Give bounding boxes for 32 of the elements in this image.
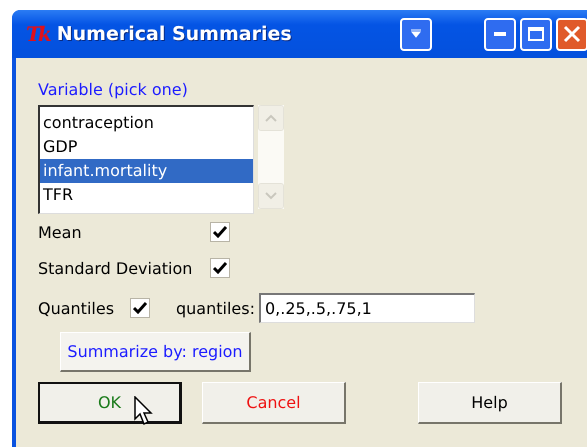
checkbox[interactable] bbox=[130, 298, 150, 318]
menu-button[interactable] bbox=[400, 18, 432, 50]
summarize-button[interactable]: Summarize by: region bbox=[60, 332, 251, 372]
option-label: Mean bbox=[38, 222, 83, 242]
close-icon bbox=[562, 25, 581, 43]
list-item[interactable]: contraception bbox=[40, 111, 253, 135]
maximize-button[interactable] bbox=[520, 18, 552, 50]
minimize-button[interactable] bbox=[484, 18, 516, 50]
cursor-icon bbox=[134, 396, 154, 426]
checkbox[interactable] bbox=[210, 258, 230, 278]
caret-icon bbox=[410, 29, 422, 39]
check-icon bbox=[213, 262, 227, 274]
list-item[interactable]: TFR bbox=[40, 183, 253, 207]
minimize-icon bbox=[494, 32, 506, 36]
cancel-button[interactable]: Cancel bbox=[202, 382, 346, 424]
variable-list[interactable]: contraception GDP infant.mortality TFR bbox=[38, 105, 254, 214]
check-icon bbox=[133, 302, 147, 314]
list-item[interactable]: infant.mortality bbox=[40, 159, 253, 183]
quantiles-label: quantiles: bbox=[176, 298, 255, 318]
option-label: Quantiles bbox=[38, 298, 116, 318]
ok-button[interactable]: OK bbox=[38, 382, 182, 424]
list-item[interactable]: GDP bbox=[40, 135, 253, 159]
check-icon bbox=[213, 226, 227, 238]
window-title: Numerical Summaries bbox=[56, 23, 292, 45]
help-button[interactable]: Help bbox=[418, 382, 562, 424]
quantiles-field[interactable]: 0,.25,.5,.75,1 bbox=[258, 293, 475, 323]
app-logo: Tk bbox=[26, 22, 49, 46]
checkbox[interactable] bbox=[210, 222, 230, 242]
maximize-icon bbox=[528, 27, 544, 41]
close-button[interactable] bbox=[556, 18, 587, 50]
variable-label: Variable (pick one) bbox=[38, 80, 189, 99]
option-label: Standard Deviation bbox=[38, 258, 194, 278]
